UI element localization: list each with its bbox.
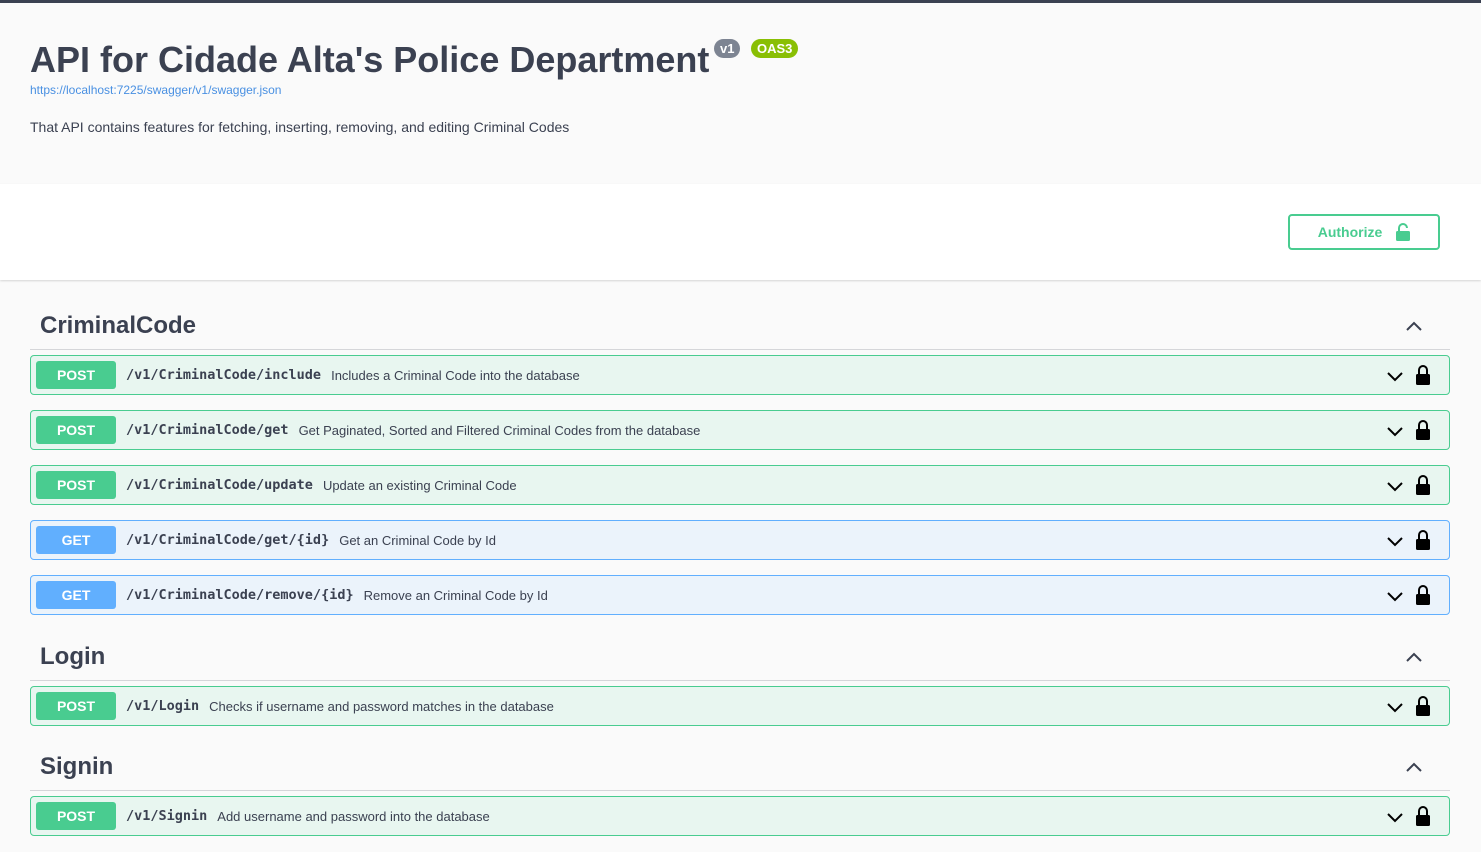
spec-url-link[interactable]: https://localhost:7225/swagger/v1/swagge… bbox=[30, 83, 281, 97]
tag-title: CriminalCode bbox=[40, 312, 197, 339]
chevron-down-icon[interactable] bbox=[1385, 531, 1405, 551]
method-badge: POST bbox=[36, 471, 116, 499]
lock-icon[interactable] bbox=[1415, 364, 1431, 386]
operation-post-signin[interactable]: POST /v1/Signin Add username and passwor… bbox=[30, 796, 1450, 836]
tag-title: Signin bbox=[40, 753, 114, 780]
lock-icon[interactable] bbox=[1415, 695, 1431, 717]
method-badge: POST bbox=[36, 692, 116, 720]
info-section: API for Cidade Alta's Police Department … bbox=[0, 3, 1481, 184]
lock-icon[interactable] bbox=[1415, 419, 1431, 441]
method-badge: POST bbox=[36, 802, 116, 830]
api-description: That API contains features for fetching,… bbox=[30, 119, 570, 135]
chevron-down-icon[interactable] bbox=[1385, 807, 1405, 827]
operation-post-criminalcode-update[interactable]: POST /v1/CriminalCode/update Update an e… bbox=[30, 465, 1450, 505]
operation-post-login[interactable]: POST /v1/Login Checks if username and pa… bbox=[30, 686, 1450, 726]
operation-summary: Get Paginated, Sorted and Filtered Crimi… bbox=[298, 422, 701, 438]
lock-icon[interactable] bbox=[1415, 805, 1431, 827]
operation-path: /v1/CriminalCode/get/{id} bbox=[126, 532, 330, 548]
method-badge: GET bbox=[36, 581, 116, 609]
oas-badge: OAS3 bbox=[751, 39, 799, 58]
tag-section-login[interactable]: Login bbox=[30, 639, 1450, 681]
version-badge: v1 bbox=[714, 39, 741, 58]
tag-title: Login bbox=[40, 643, 106, 670]
lock-icon[interactable] bbox=[1415, 584, 1431, 606]
operation-summary: Add username and password into the datab… bbox=[217, 808, 490, 824]
method-badge: POST bbox=[36, 416, 116, 444]
authorize-label: Authorize bbox=[1317, 224, 1383, 240]
operation-post-criminalcode-get[interactable]: POST /v1/CriminalCode/get Get Paginated,… bbox=[30, 410, 1450, 450]
chevron-up-icon[interactable] bbox=[1404, 757, 1424, 777]
operation-path: /v1/CriminalCode/update bbox=[126, 477, 313, 493]
chevron-up-icon[interactable] bbox=[1404, 647, 1424, 667]
operation-path: /v1/CriminalCode/remove/{id} bbox=[126, 587, 354, 603]
operation-post-criminalcode-include[interactable]: POST /v1/CriminalCode/include Includes a… bbox=[30, 355, 1450, 395]
lock-open-icon bbox=[1396, 223, 1411, 241]
operation-path: /v1/CriminalCode/get bbox=[126, 422, 289, 438]
lock-icon[interactable] bbox=[1415, 529, 1431, 551]
chevron-down-icon[interactable] bbox=[1385, 366, 1405, 386]
chevron-down-icon[interactable] bbox=[1385, 697, 1405, 717]
operation-get-criminalcode-get-id[interactable]: GET /v1/CriminalCode/get/{id} Get an Cri… bbox=[30, 520, 1450, 560]
operation-path: /v1/Signin bbox=[126, 808, 208, 824]
chevron-down-icon[interactable] bbox=[1385, 421, 1405, 441]
operation-summary: Update an existing Criminal Code bbox=[322, 477, 517, 493]
operation-path: /v1/CriminalCode/include bbox=[126, 367, 322, 383]
operation-summary: Remove an Criminal Code by Id bbox=[363, 587, 548, 603]
operation-summary: Get an Criminal Code by Id bbox=[339, 532, 496, 548]
operation-summary: Includes a Criminal Code into the databa… bbox=[331, 367, 580, 383]
operation-summary: Checks if username and password matches … bbox=[209, 698, 554, 714]
tag-section-signin[interactable]: Signin bbox=[30, 749, 1450, 791]
page-title: API for Cidade Alta's Police Department bbox=[30, 39, 710, 80]
chevron-down-icon[interactable] bbox=[1385, 586, 1405, 606]
method-badge: POST bbox=[36, 361, 116, 389]
operation-get-criminalcode-remove-id[interactable]: GET /v1/CriminalCode/remove/{id} Remove … bbox=[30, 575, 1450, 615]
scheme-container: Authorize bbox=[0, 184, 1481, 280]
operation-path: /v1/Login bbox=[126, 698, 200, 714]
tag-section-criminalcode[interactable]: CriminalCode bbox=[30, 308, 1450, 350]
authorize-button[interactable]: Authorize bbox=[1288, 214, 1440, 250]
chevron-down-icon[interactable] bbox=[1385, 476, 1405, 496]
lock-icon[interactable] bbox=[1415, 474, 1431, 496]
chevron-up-icon[interactable] bbox=[1404, 316, 1424, 336]
method-badge: GET bbox=[36, 526, 116, 554]
